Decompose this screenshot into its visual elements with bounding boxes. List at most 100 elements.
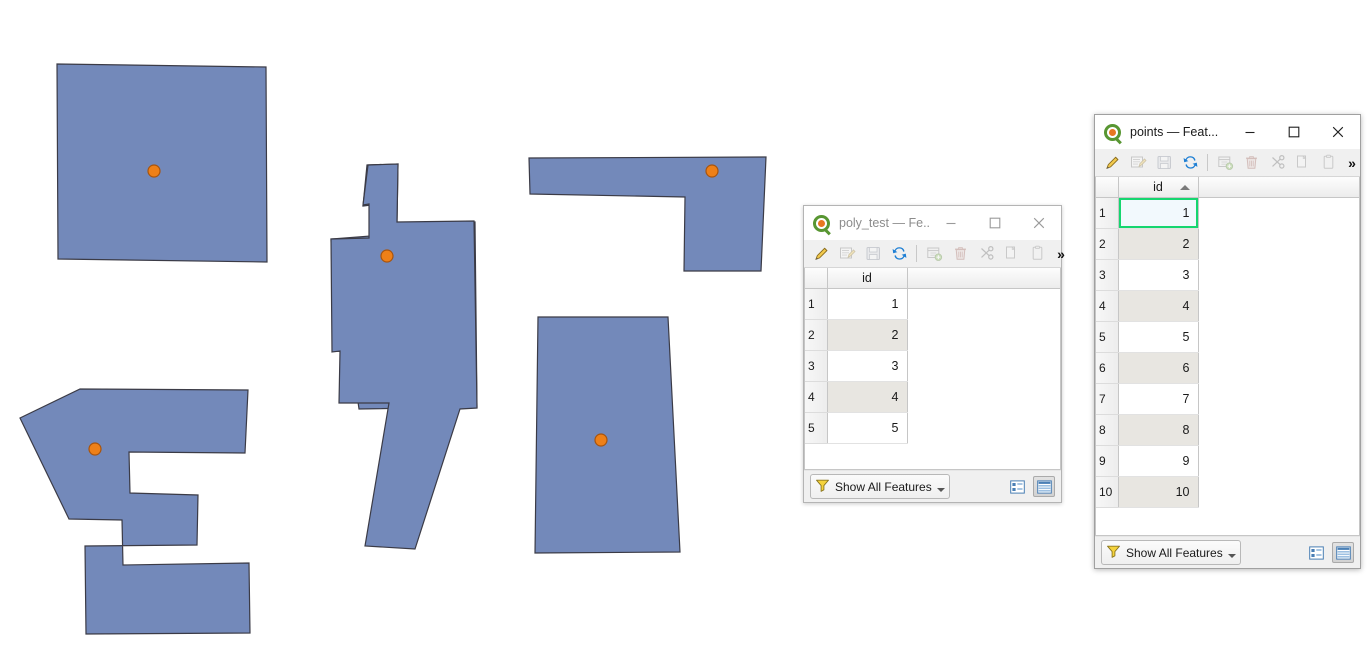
poly-test-window[interactable]: poly_test — Fe... » id 1 1 2 2 3 3 4 4 5 5 Show All F… bbox=[803, 205, 1065, 503]
table-row[interactable]: 55 bbox=[805, 412, 1060, 444]
map-point-marker[interactable] bbox=[88, 442, 102, 456]
window-titlebar[interactable]: poly_test — Fe... bbox=[804, 206, 1061, 240]
table-cell[interactable]: 5 bbox=[827, 412, 908, 444]
sort-ascending-icon bbox=[1179, 185, 1190, 190]
table-row-filler bbox=[907, 413, 1060, 444]
show-all-features-button[interactable]: Show All Features bbox=[810, 474, 950, 499]
row-header[interactable]: 8 bbox=[1096, 414, 1119, 446]
toggle-editing-icon[interactable] bbox=[808, 242, 834, 266]
map-point-marker[interactable] bbox=[705, 164, 719, 178]
minimize-button[interactable] bbox=[929, 206, 973, 240]
polygon-complex-center[interactable] bbox=[330, 163, 478, 550]
polygon-square-topleft[interactable] bbox=[56, 63, 268, 263]
table-view-button[interactable] bbox=[1332, 542, 1354, 563]
table-cell[interactable]: 1 bbox=[1118, 197, 1199, 229]
table-cell[interactable]: 6 bbox=[1118, 352, 1199, 384]
toolbar-overflow-button[interactable]: » bbox=[1051, 242, 1075, 266]
table-cell[interactable]: 3 bbox=[1118, 259, 1199, 291]
form-view-button[interactable] bbox=[1006, 476, 1028, 497]
row-header[interactable]: 3 bbox=[805, 350, 828, 382]
table-cell[interactable]: 2 bbox=[1118, 228, 1199, 260]
row-header[interactable]: 4 bbox=[805, 381, 828, 413]
table-cell[interactable]: 10 bbox=[1118, 476, 1199, 508]
table-cell[interactable]: 4 bbox=[1118, 290, 1199, 322]
table-cell[interactable]: 9 bbox=[1118, 445, 1199, 477]
minimize-button[interactable] bbox=[1228, 115, 1272, 149]
cut-features-icon bbox=[1264, 151, 1290, 175]
row-header[interactable]: 7 bbox=[1096, 383, 1119, 415]
polygon-E-bottomleft[interactable] bbox=[19, 388, 251, 635]
attribute-table-statusbar: Show All Features bbox=[804, 470, 1061, 502]
funnel-icon bbox=[815, 478, 830, 496]
close-button[interactable] bbox=[1017, 206, 1061, 240]
table-corner-header[interactable] bbox=[805, 268, 828, 289]
table-row-filler bbox=[1198, 446, 1359, 477]
reload-table-icon[interactable] bbox=[886, 242, 912, 266]
toggle-editing-icon[interactable] bbox=[1099, 151, 1125, 175]
points-window[interactable]: points — Feat...» id 1 1 2 2 3 3 4 4 5 5 6 6 7 7 8 8 9 9 10 1… bbox=[1094, 114, 1361, 569]
row-header[interactable]: 2 bbox=[805, 319, 828, 351]
table-row[interactable]: 11 bbox=[805, 288, 1060, 320]
maximize-button[interactable] bbox=[973, 206, 1017, 240]
window-control-buttons bbox=[1228, 115, 1360, 149]
map-point-marker[interactable] bbox=[147, 164, 161, 178]
attribute-table-view[interactable]: id 1 1 2 2 3 3 4 4 5 5 bbox=[804, 268, 1061, 470]
add-feature-icon bbox=[921, 242, 947, 266]
table-row[interactable]: 33 bbox=[1096, 259, 1359, 291]
table-row[interactable]: 33 bbox=[805, 350, 1060, 382]
table-row[interactable]: 44 bbox=[805, 381, 1060, 413]
table-row[interactable]: 11 bbox=[1096, 197, 1359, 229]
row-header[interactable]: 9 bbox=[1096, 445, 1119, 477]
table-cell[interactable]: 8 bbox=[1118, 414, 1199, 446]
table-cell[interactable]: 5 bbox=[1118, 321, 1199, 353]
close-button[interactable] bbox=[1316, 115, 1360, 149]
maximize-button[interactable] bbox=[1272, 115, 1316, 149]
form-view-button[interactable] bbox=[1305, 542, 1327, 563]
row-header[interactable]: 6 bbox=[1096, 352, 1119, 384]
row-header[interactable]: 5 bbox=[1096, 321, 1119, 353]
row-header[interactable]: 3 bbox=[1096, 259, 1119, 291]
table-cell[interactable]: 3 bbox=[827, 350, 908, 382]
row-header[interactable]: 4 bbox=[1096, 290, 1119, 322]
toolbar-overflow-button[interactable]: » bbox=[1342, 151, 1366, 175]
attribute-table-statusbar: Show All Features bbox=[1095, 536, 1360, 568]
table-row[interactable]: 22 bbox=[1096, 228, 1359, 260]
table-row-filler bbox=[907, 351, 1060, 382]
row-header[interactable]: 1 bbox=[1096, 197, 1119, 229]
column-header-id[interactable]: id bbox=[1118, 177, 1199, 198]
show-all-features-button[interactable]: Show All Features bbox=[1101, 540, 1241, 565]
qgis-logo-icon bbox=[813, 214, 831, 235]
polygon-rect-bottom[interactable] bbox=[534, 316, 681, 554]
copy-features-icon bbox=[999, 242, 1025, 266]
table-row[interactable]: 99 bbox=[1096, 445, 1359, 477]
table-row[interactable]: 55 bbox=[1096, 321, 1359, 353]
table-row[interactable]: 88 bbox=[1096, 414, 1359, 446]
table-cell[interactable]: 1 bbox=[827, 288, 908, 320]
map-point-marker[interactable] bbox=[380, 249, 394, 263]
window-titlebar[interactable]: points — Feat... bbox=[1095, 115, 1360, 149]
row-header[interactable]: 1 bbox=[805, 288, 828, 320]
table-row[interactable]: 44 bbox=[1096, 290, 1359, 322]
table-cell[interactable]: 7 bbox=[1118, 383, 1199, 415]
attribute-table-view[interactable]: id 1 1 2 2 3 3 4 4 5 5 6 6 7 7 8 8 9 9 10 10 bbox=[1095, 177, 1360, 536]
table-row[interactable]: 66 bbox=[1096, 352, 1359, 384]
table-corner-header[interactable] bbox=[1096, 177, 1119, 198]
table-row-filler bbox=[1198, 415, 1359, 446]
table-row[interactable]: 10 10 bbox=[1096, 476, 1359, 508]
chevron-down-icon[interactable] bbox=[936, 488, 945, 492]
table-cell[interactable]: 2 bbox=[827, 319, 908, 351]
row-header[interactable]: 5 bbox=[805, 412, 828, 444]
table-row[interactable]: 22 bbox=[805, 319, 1060, 351]
reload-table-icon[interactable] bbox=[1177, 151, 1203, 175]
row-header[interactable]: 2 bbox=[1096, 228, 1119, 260]
save-edits-icon bbox=[860, 242, 886, 266]
polygon-L-topright[interactable] bbox=[528, 156, 767, 272]
row-header[interactable]: 10 bbox=[1096, 476, 1119, 508]
table-row[interactable]: 77 bbox=[1096, 383, 1359, 415]
table-view-button[interactable] bbox=[1033, 476, 1055, 497]
table-cell[interactable]: 4 bbox=[827, 381, 908, 413]
map-point-marker[interactable] bbox=[594, 433, 608, 447]
column-header-id[interactable]: id bbox=[827, 268, 908, 289]
toolbar-separator bbox=[1207, 154, 1208, 171]
chevron-down-icon[interactable] bbox=[1227, 554, 1236, 558]
